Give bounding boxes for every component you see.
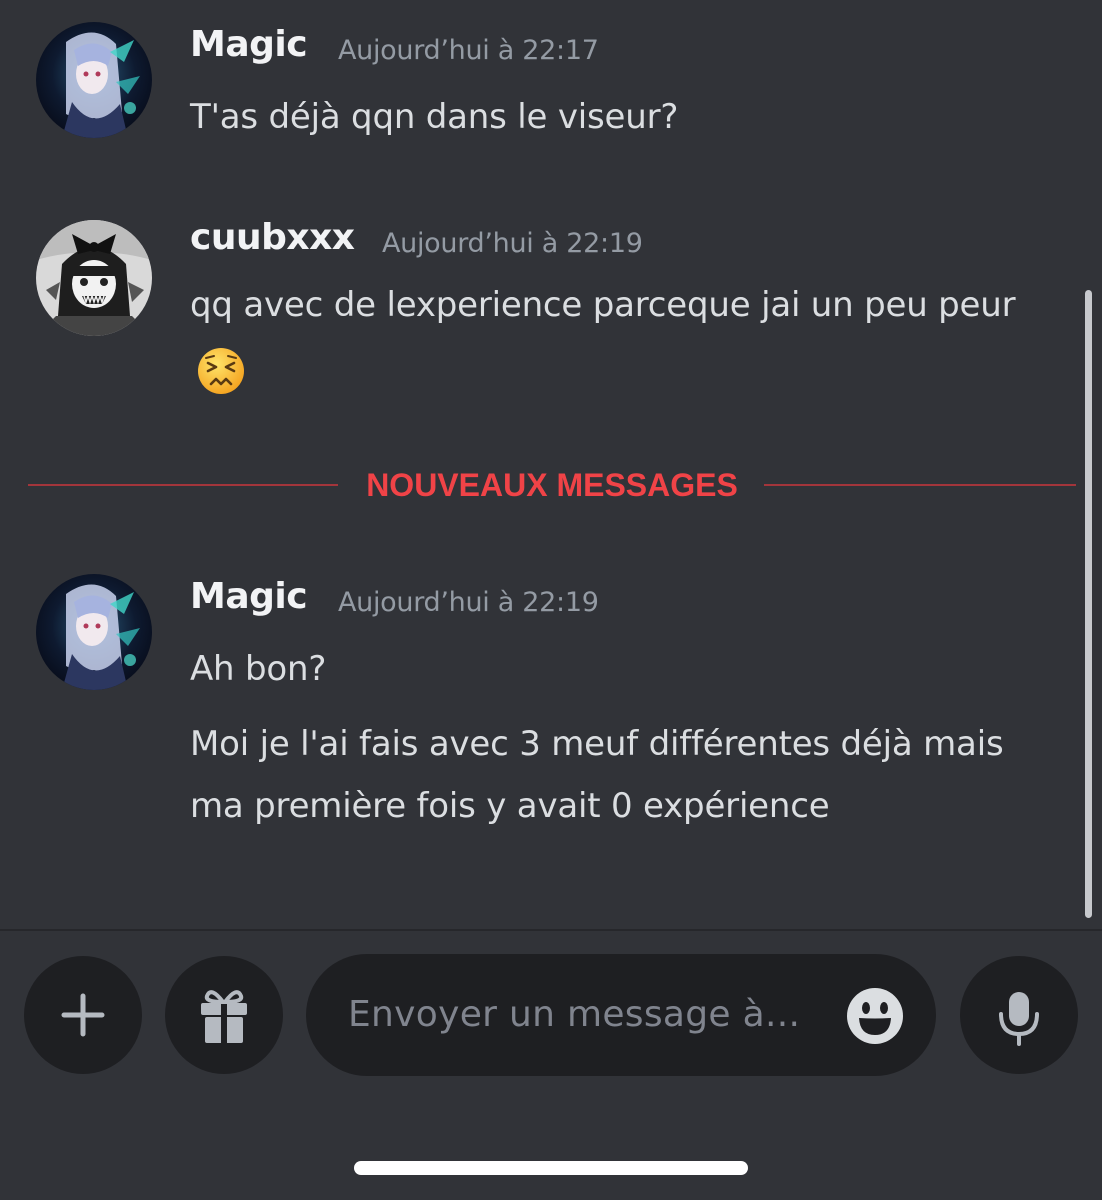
message[interactable]: Magic Aujourd’hui à 22:19 Ah bon? Moi je… [0, 550, 1080, 870]
new-messages-label: NOUVEAUX MESSAGES [366, 467, 738, 503]
message-input-placeholder: Envoyer un message à... [348, 994, 801, 1035]
add-attachment-button[interactable] [24, 956, 142, 1074]
persevering-face-emoji [198, 348, 244, 394]
plus-icon [61, 993, 105, 1037]
message-author[interactable]: Magic [190, 24, 308, 65]
gift-button[interactable] [165, 956, 283, 1074]
emoji-icon[interactable] [846, 987, 904, 1045]
message-input[interactable]: Envoyer un message à... [306, 954, 936, 1076]
gift-icon [201, 990, 247, 1043]
message-text: Moi je l'ai fais avec 3 meuf différentes… [190, 724, 1004, 826]
microphone-icon [999, 992, 1039, 1046]
avatar[interactable] [36, 22, 152, 138]
avatar[interactable] [36, 574, 152, 690]
home-indicator[interactable] [354, 1161, 748, 1175]
message-text-content: qq avec de lexperience parceque jai un p… [190, 285, 1016, 325]
message-text: Ah bon? [190, 649, 327, 689]
scrollbar[interactable] [1085, 290, 1092, 918]
message-author[interactable]: cuubxxx [190, 217, 355, 258]
chat-messages[interactable]: Magic Aujourd’hui à 22:17 T'as déjà qqn … [0, 0, 1102, 930]
message-timestamp: Aujourd’hui à 22:17 [338, 35, 599, 66]
avatar[interactable] [36, 220, 152, 336]
message[interactable]: cuubxxx Aujourd’hui à 22:19 qq avec de l… [0, 195, 1080, 415]
message-timestamp: Aujourd’hui à 22:19 [382, 228, 643, 259]
message-timestamp: Aujourd’hui à 22:19 [338, 587, 599, 618]
message-text: qq avec de lexperience parceque jai un p… [190, 270, 1060, 410]
composer-separator [0, 929, 1102, 931]
voice-message-button[interactable] [960, 956, 1078, 1074]
message-author[interactable]: Magic [190, 576, 308, 617]
new-messages-divider: NOUVEAUX MESSAGES [28, 463, 1076, 507]
message-text: T'as déjà qqn dans le viseur? [190, 97, 679, 137]
message[interactable]: Magic Aujourd’hui à 22:17 T'as déjà qqn … [0, 0, 1080, 170]
